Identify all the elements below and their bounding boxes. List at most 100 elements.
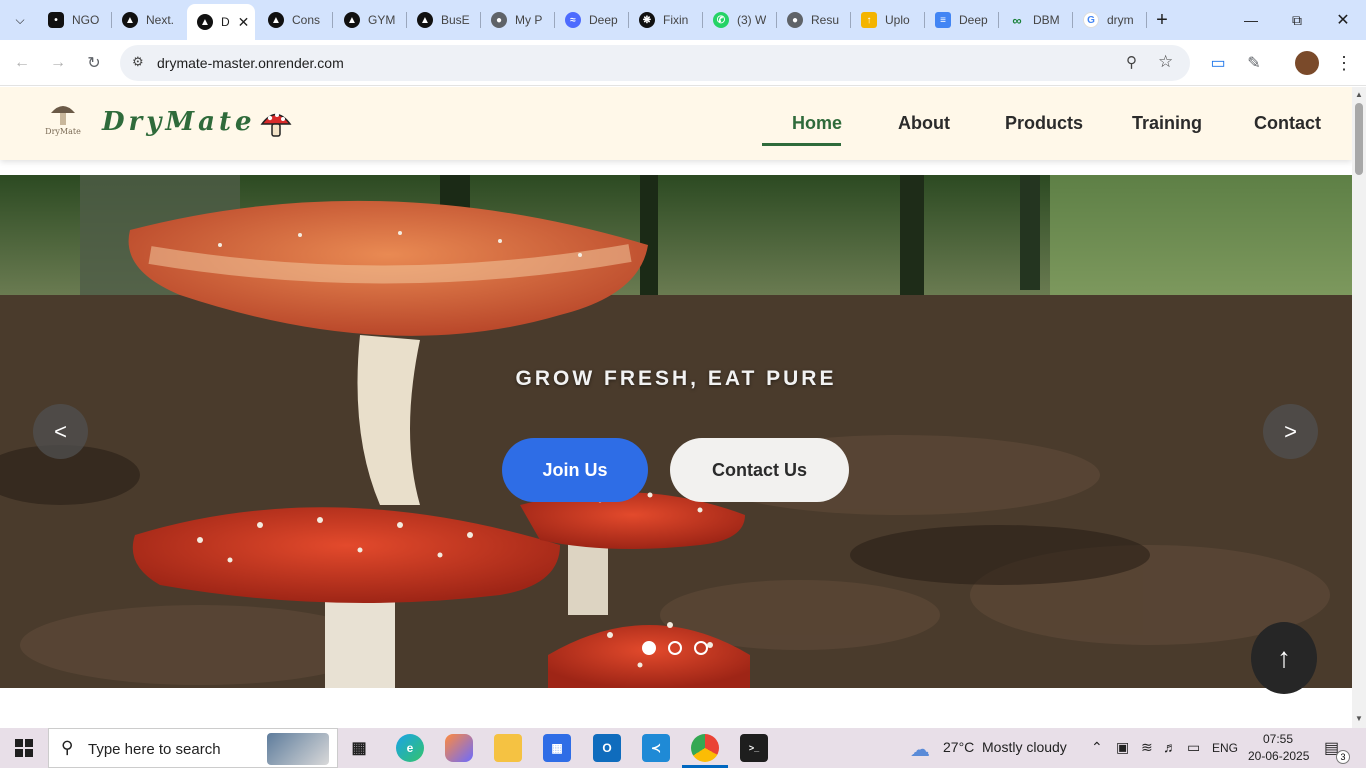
menu-kebab-icon[interactable]: ⋮: [1332, 51, 1356, 75]
tab-title: NGO: [72, 13, 100, 27]
battery-icon[interactable]: ▭: [1187, 739, 1200, 756]
scroll-up-icon[interactable]: ▲: [1355, 90, 1363, 99]
tab-docs[interactable]: ≡ Deep: [925, 6, 997, 34]
tab-my-p[interactable]: ● My P: [481, 6, 553, 34]
contact-us-button[interactable]: Contact Us: [670, 438, 849, 502]
nav-contact[interactable]: Contact: [1254, 113, 1321, 134]
nav-about[interactable]: About: [898, 113, 950, 134]
search-highlight-cricket-icon[interactable]: [267, 733, 329, 765]
nav-home[interactable]: Home: [792, 113, 842, 134]
tab-title: Deep: [589, 13, 618, 27]
tab-title: My P: [515, 13, 543, 27]
search-placeholder: Type here to search: [88, 741, 221, 758]
url-text[interactable]: drymate-master.onrender.com: [157, 55, 344, 71]
search-icon: ⚲: [61, 738, 74, 757]
windows-taskbar: ⚲ Type here to search ▦ e ▦ O ≺ >_ ☁ 27°…: [0, 728, 1366, 768]
language-indicator[interactable]: ENG: [1212, 741, 1238, 755]
vercel-icon: ▲: [344, 12, 360, 28]
zoom-icon[interactable]: ⚲: [1126, 53, 1137, 71]
scroll-thumb[interactable]: [1355, 103, 1363, 175]
page-scrollbar[interactable]: ▲ ▼: [1352, 87, 1366, 728]
tab-title: Cons: [292, 13, 321, 27]
nav-active-underline: [762, 143, 841, 146]
outlook-icon[interactable]: O: [593, 734, 621, 762]
carousel-next-button[interactable]: >: [1263, 404, 1318, 459]
bookmark-star-icon[interactable]: ☆: [1158, 52, 1173, 72]
nav-products[interactable]: Products: [1005, 113, 1083, 134]
notification-count-badge: 3: [1336, 750, 1350, 764]
tab-cons[interactable]: ▲ Cons: [258, 6, 330, 34]
forward-arrow-icon[interactable]: →: [46, 51, 70, 75]
tab-title: D: [221, 15, 230, 29]
tab-drymate-active[interactable]: ▲ D ✕: [187, 4, 255, 40]
vercel-icon: ▲: [268, 12, 284, 28]
vercel-icon: ▲: [197, 14, 213, 30]
file-explorer-icon[interactable]: [494, 734, 522, 762]
docs-icon: ≡: [935, 12, 951, 28]
weather-description[interactable]: Mostly cloudy: [982, 739, 1067, 755]
tab-close-icon[interactable]: ✕: [238, 14, 250, 31]
reading-list-icon[interactable]: ▭: [1206, 51, 1230, 75]
terminal-icon[interactable]: >_: [740, 734, 768, 762]
tab-ngo[interactable]: • NGO: [38, 6, 108, 34]
profile-avatar[interactable]: [1295, 51, 1319, 75]
tab-gym[interactable]: ▲ GYM: [334, 6, 406, 34]
hero-tagline: GROW FRESH, EAT PURE: [515, 367, 837, 390]
edge-icon[interactable]: e: [396, 734, 424, 762]
reload-icon[interactable]: ↻: [82, 51, 106, 75]
tab-deepseek[interactable]: ≈ Deep: [555, 6, 627, 34]
cloudy-weather-icon[interactable]: ☁: [910, 737, 930, 762]
back-to-top-arrow-icon[interactable]: ↑: [1251, 622, 1317, 694]
tab-buse[interactable]: ▲ BusE: [407, 6, 479, 34]
tab-upload[interactable]: ↑ Uplo: [851, 6, 923, 34]
whatsapp-icon: ✆: [713, 12, 729, 28]
tab-separator: [1146, 12, 1147, 28]
new-tab-plus-icon[interactable]: +: [1150, 8, 1174, 32]
task-view-icon[interactable]: ▦: [345, 734, 373, 762]
web-page: DryMate DryMate Home About Products Trai…: [0, 87, 1352, 728]
windows-start-icon[interactable]: [0, 728, 48, 768]
close-window-icon[interactable]: ✕: [1320, 0, 1366, 40]
tab-next[interactable]: ▲ Next.: [112, 6, 184, 34]
carousel-dot-2[interactable]: [668, 641, 682, 655]
tab-google[interactable]: G drym: [1073, 6, 1145, 34]
extensions-puzzle-icon[interactable]: ✎: [1242, 51, 1266, 75]
tab-title: Fixin: [663, 13, 689, 27]
tab-title: DBM: [1033, 13, 1060, 27]
back-arrow-icon[interactable]: ←: [10, 51, 34, 75]
logo-badge[interactable]: DryMate: [40, 101, 86, 147]
address-bar[interactable]: ⚙ drymate-master.onrender.com ⚲ ☆: [120, 45, 1190, 81]
tab-separator: [332, 12, 333, 28]
logo-badge-text: DryMate: [45, 127, 81, 136]
copilot-icon[interactable]: [445, 734, 473, 762]
brand-name[interactable]: DryMate: [102, 107, 256, 137]
tab-dbm[interactable]: ∞ DBM: [999, 6, 1071, 34]
chrome-icon[interactable]: [691, 734, 719, 762]
taskbar-search-box[interactable]: ⚲ Type here to search: [48, 728, 338, 768]
tab-whatsapp[interactable]: ✆ (3) W: [703, 6, 775, 34]
vscode-icon[interactable]: ≺: [642, 734, 670, 762]
tab-fixing[interactable]: ❋ Fixin: [629, 6, 701, 34]
site-info-icon[interactable]: ⚙: [132, 54, 144, 70]
volume-icon[interactable]: ♬: [1163, 739, 1177, 755]
minimize-icon[interactable]: —: [1228, 0, 1274, 40]
tab-resume[interactable]: ● Resu: [777, 6, 849, 34]
carousel-prev-button[interactable]: <: [33, 404, 88, 459]
logo-mushroom-icon: [51, 106, 75, 125]
loop-icon: ∞: [1012, 12, 1022, 28]
carousel-dot-3[interactable]: [694, 641, 708, 655]
tab-title: Deep: [959, 13, 988, 27]
scroll-down-icon[interactable]: ▼: [1355, 714, 1363, 723]
show-hidden-icons-chevron-icon[interactable]: ⌃: [1091, 739, 1103, 756]
tab-search-chevron-icon[interactable]: ⌵: [8, 8, 32, 32]
wifi-icon[interactable]: ≋: [1141, 739, 1153, 756]
nav-training[interactable]: Training: [1132, 113, 1202, 134]
carousel-dot-1-active[interactable]: [642, 641, 656, 655]
clock-date[interactable]: 20-06-2025: [1248, 749, 1309, 763]
restore-icon[interactable]: ⧉: [1274, 0, 1320, 40]
clock-time[interactable]: 07:55: [1263, 732, 1293, 746]
weather-temperature[interactable]: 27°C: [943, 739, 974, 755]
microsoft-store-icon[interactable]: ▦: [543, 734, 571, 762]
join-us-button[interactable]: Join Us: [502, 438, 648, 502]
meet-now-icon[interactable]: ▣: [1116, 739, 1129, 756]
